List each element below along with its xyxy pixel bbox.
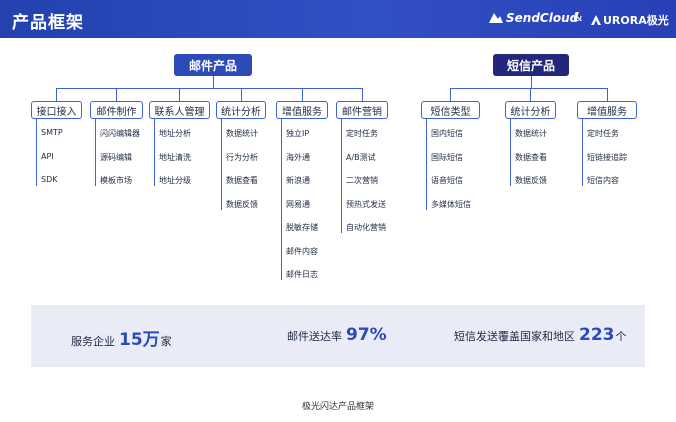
mail-category-node: 联系人管理	[149, 101, 210, 119]
mail-category-node: 接口接入	[31, 101, 82, 119]
sms-category-connector	[530, 88, 531, 101]
mail-category-connector	[116, 88, 117, 101]
mail-item-spine	[36, 119, 37, 186]
mail-category-node: 统计分析	[216, 101, 266, 119]
mail-item-label: 邮件日志	[286, 270, 318, 279]
mail-item-label: 数据统计	[226, 129, 258, 138]
mail-item-label: 行为分析	[226, 152, 258, 162]
sms-item-label: 定时任务	[587, 129, 619, 138]
mail-item-label: SMTP	[41, 128, 63, 137]
mail-item-label: A/B测试	[346, 152, 376, 162]
sms-item-label: 国内短信	[431, 129, 463, 138]
stat-label: 短信发送覆盖国家和地区	[454, 330, 575, 343]
mail-item-label: 预热式发送	[346, 199, 386, 209]
mail-hub-line	[56, 88, 363, 89]
sms-category-connector	[606, 88, 608, 101]
sms-category-node: 统计分析	[505, 101, 556, 119]
sms-item-label: 短链接追踪	[587, 152, 627, 162]
sms-category-connector	[450, 88, 451, 101]
stat-unit: 家	[160, 335, 172, 348]
sms-item-label: 多媒体短信	[431, 199, 471, 209]
mail-item-label: 闪闪编辑器	[100, 129, 140, 138]
figure-caption: 极光闪达产品框架	[301, 402, 374, 412]
stat-value: 15万	[119, 330, 160, 350]
mail-item-spine	[95, 119, 96, 186]
mail-item-label: API	[41, 151, 54, 161]
mail-item-label: 海外通	[286, 152, 310, 162]
mail-item-label: 独立IP	[286, 129, 310, 138]
stat-item: 短信发送覆盖国家和地区 223 个	[454, 325, 627, 345]
mail-item-label: 网易通	[286, 199, 310, 209]
mail-category-connector	[179, 88, 180, 101]
sms-item-label: 数据查看	[515, 152, 547, 162]
mail-item-spine	[341, 119, 342, 233]
mail-root-node: 邮件产品	[174, 54, 252, 76]
mail-item-label: 地址分级	[159, 176, 191, 185]
stat-value: 223	[579, 325, 615, 345]
mail-category-connector	[301, 88, 303, 101]
mail-item-label: 源码编辑	[100, 152, 132, 162]
stat-label: 邮件送达率	[287, 330, 342, 343]
stat-item: 服务企业 15万家	[71, 325, 172, 350]
mail-category-connector	[56, 88, 57, 101]
mail-item-label: 定时任务	[346, 129, 378, 138]
mail-item-spine	[221, 119, 222, 210]
sms-category-node: 增值服务	[577, 101, 637, 119]
mail-item-spine	[154, 119, 155, 186]
mail-item-label: 地址分析	[159, 129, 191, 138]
mail-category-node: 增值服务	[276, 101, 328, 119]
mail-item-label: 邮件内容	[286, 246, 318, 256]
sms-item-spine	[582, 119, 583, 186]
sms-item-label: 数据反馈	[515, 176, 547, 185]
mail-item-label: 模板市场	[100, 176, 132, 185]
mail-category-node: 邮件营销	[336, 101, 388, 119]
sms-item-label: 语音短信	[431, 176, 463, 185]
mail-item-label: 新浪通	[286, 176, 310, 185]
mail-item-label: 脱敏存储	[286, 223, 318, 232]
sms-item-label: 短信内容	[587, 176, 619, 185]
mail-item-spine	[281, 119, 282, 280]
product-framework-diagram: 邮件产品接口接入 SMTP API SDK 邮件制作闪闪编辑器源码编辑模板市场 联系人管理…	[0, 0, 676, 300]
stat-value: 97%	[346, 325, 387, 345]
stat-unit: 个	[615, 330, 627, 343]
mail-category-connector	[240, 88, 242, 101]
mail-root-connector	[212, 76, 214, 88]
mail-item-label: 自动化营销	[346, 223, 386, 232]
stat-item: 邮件送达率 97%	[287, 325, 387, 345]
sms-item-spine	[510, 119, 511, 186]
sms-category-node: 短信类型	[421, 101, 480, 119]
mail-item-label: 数据查看	[226, 176, 258, 185]
mail-category-node: 邮件制作	[90, 101, 143, 119]
sms-item-label: 数据统计	[515, 129, 547, 138]
mail-item-label: 二次营销	[346, 176, 378, 185]
sms-item-spine	[426, 119, 427, 210]
sms-root-connector	[530, 76, 532, 88]
mail-category-connector	[361, 88, 363, 101]
stat-label: 服务企业	[71, 335, 115, 348]
mail-item-label: SDK	[41, 175, 58, 184]
sms-item-label: 国际短信	[431, 152, 463, 162]
stats-panel: 服务企业 15万家 邮件送达率 97% 短信发送覆盖国家和地区 223 个	[31, 305, 645, 367]
mail-item-label: 数据反馈	[226, 199, 258, 209]
sms-root-node: 短信产品	[493, 54, 569, 76]
mail-item-label: 地址清洗	[159, 152, 191, 162]
